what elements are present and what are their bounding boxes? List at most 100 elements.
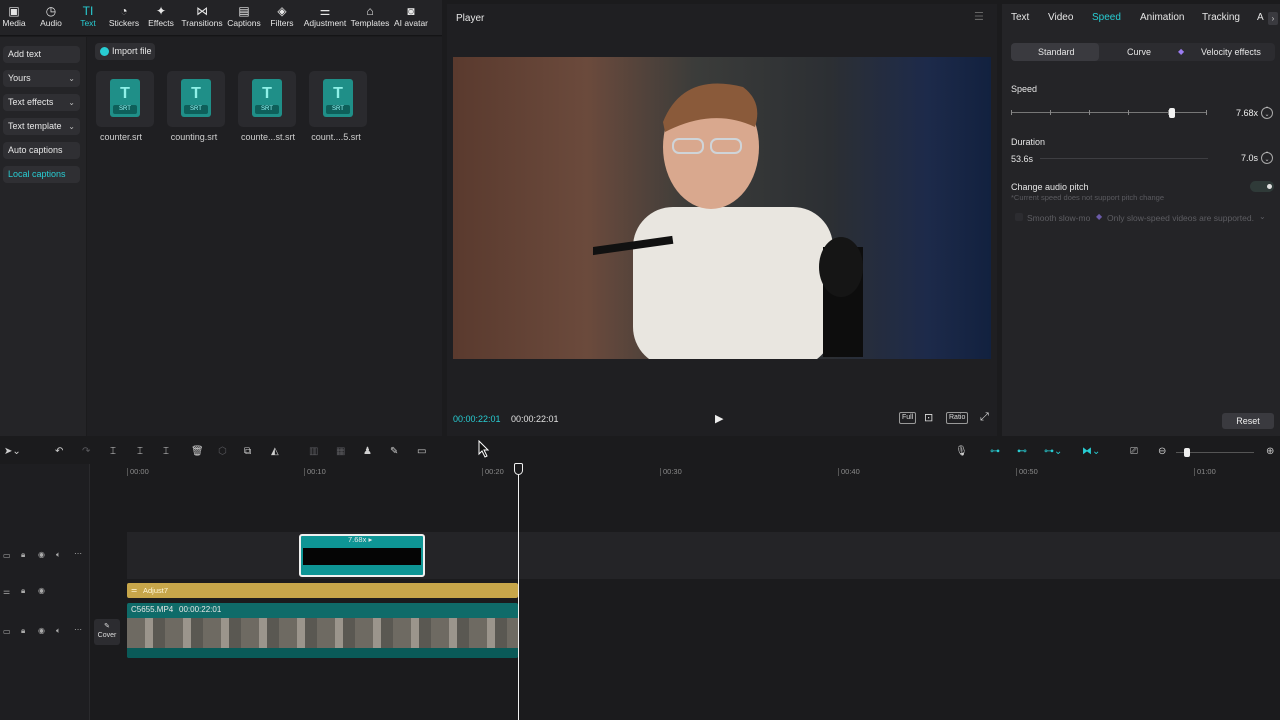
speed-value-field[interactable]: 7.68x ⌃ ⌄	[1222, 106, 1274, 120]
nav-auto-captions[interactable]: Auto captions	[3, 142, 80, 159]
tab-video[interactable]: Video	[1048, 12, 1073, 23]
tab-tracking[interactable]: Tracking	[1202, 12, 1240, 23]
track-link-icon[interactable]: ⧓⌄	[1082, 446, 1100, 457]
toolbar-audio[interactable]: ◷ Audio	[37, 4, 65, 34]
fullscreen-icon[interactable]: ⤢	[980, 411, 989, 424]
toolbar-effects[interactable]: ✦ Effects	[147, 4, 175, 34]
mode-standard[interactable]: Standard	[1038, 47, 1075, 57]
tab-animation[interactable]: Animation	[1140, 12, 1184, 23]
more-icon[interactable]: ⋯	[74, 625, 82, 634]
toolbar-ai-avatar[interactable]: ◙ AI avatar	[393, 4, 429, 34]
track-header-column	[0, 464, 90, 720]
slowmo-label: Smooth slow-mo	[1027, 213, 1091, 223]
lock-icon[interactable]: 🔒︎	[21, 586, 25, 596]
file-card[interactable]: T SRT	[96, 71, 154, 127]
clip-duration: 00:00:22:01	[179, 605, 222, 614]
nav-text-effects[interactable]: Text effects ⌄	[3, 94, 80, 111]
nav-text-template[interactable]: Text template ⌄	[3, 118, 80, 135]
chevron-down-icon: ⌄	[68, 98, 75, 107]
eye-icon[interactable]: ◉	[38, 550, 45, 559]
ruler-label: 01:00	[1197, 467, 1216, 476]
more-icon[interactable]: ⋯	[74, 549, 82, 558]
chevron-down-icon[interactable]: ⌄	[1259, 212, 1266, 221]
preview-axis-icon[interactable]: ⎚	[1130, 446, 1138, 457]
pencil-icon: ✎	[104, 623, 110, 630]
video-preview[interactable]	[453, 57, 991, 359]
lock-icon[interactable]: 🔒︎	[21, 626, 25, 636]
tab-more[interactable]: A	[1257, 12, 1264, 23]
shield-icon[interactable]: ⬡	[218, 446, 227, 457]
toolbar-adjustment[interactable]: ⚌ Adjustment	[302, 4, 348, 34]
undo-icon[interactable]: ↶	[55, 446, 63, 457]
adjustment-icon: ⚌	[131, 587, 138, 594]
mode-velocity-effects[interactable]: Velocity effects	[1201, 47, 1261, 57]
playhead-handle[interactable]	[514, 463, 523, 475]
split-left-icon[interactable]: ⌶	[137, 446, 143, 457]
playhead[interactable]	[518, 470, 519, 720]
zoom-in-icon[interactable]: ⊕	[1266, 446, 1274, 457]
reverse-icon[interactable]: ▦	[336, 446, 345, 457]
toolbar-media[interactable]: ▣ Media	[2, 4, 26, 34]
mode-curve[interactable]: Curve	[1127, 47, 1151, 57]
eye-icon[interactable]: ◉	[38, 626, 45, 635]
clip-frames	[127, 618, 518, 648]
reset-button[interactable]: Reset	[1222, 413, 1274, 429]
cover-button[interactable]: ✎ Cover	[94, 619, 120, 645]
speed-slider-knob[interactable]	[1168, 108, 1175, 118]
tab-text[interactable]: Text	[1011, 12, 1029, 23]
magic-icon[interactable]: ✎	[390, 446, 398, 457]
track-icon: ▭	[3, 551, 11, 560]
freeze-icon[interactable]: ▥	[309, 446, 318, 457]
person-icon[interactable]: ♟	[363, 446, 372, 457]
nav-local-captions[interactable]: Local captions	[3, 166, 80, 183]
pitch-toggle[interactable]	[1250, 181, 1274, 192]
slowmo-checkbox[interactable]	[1015, 213, 1023, 221]
chevron-right-icon[interactable]: ›	[1268, 12, 1278, 25]
subtitle-icon[interactable]: ▭	[417, 446, 426, 457]
zoom-slider-knob[interactable]	[1184, 448, 1190, 457]
file-name: count....5.srt	[311, 132, 361, 142]
adjust-track-icon: ⚌	[3, 587, 11, 596]
import-file-button[interactable]: Import file	[95, 43, 155, 60]
delete-icon[interactable]: 🗑	[191, 446, 204, 457]
microphone-icon[interactable]: 🎙	[955, 446, 968, 457]
select-tool-icon[interactable]: ➤⌄	[4, 446, 21, 457]
eye-icon[interactable]: ◉	[38, 586, 45, 595]
duration-value-field[interactable]: 7.0s ⌃ ⌄	[1222, 151, 1274, 165]
lock-icon[interactable]: 🔒︎	[21, 550, 25, 560]
file-card[interactable]: T SRT	[309, 71, 367, 127]
link-icon[interactable]: ⊶	[990, 446, 1000, 457]
mouse-cursor-icon	[478, 440, 490, 458]
redo-icon[interactable]: ↷	[82, 446, 90, 457]
full-button[interactable]: Full	[899, 412, 917, 424]
toolbar-captions[interactable]: ▤ Captions	[227, 4, 261, 34]
nav-yours[interactable]: Yours ⌄	[3, 70, 80, 87]
toolbar-stickers[interactable]: ◔ Stickers	[108, 4, 140, 34]
crop-icon[interactable]: ⧉	[244, 446, 251, 457]
speed-icon[interactable]: ◭	[271, 446, 279, 457]
toolbar-filters[interactable]: ◈ Filters	[268, 4, 296, 34]
captions-icon: ▤	[238, 4, 250, 18]
adjustment-clip[interactable]	[127, 583, 518, 598]
toolbar-text[interactable]: TI Text	[77, 4, 99, 34]
menu-icon[interactable]: ☰	[974, 10, 984, 23]
volume-icon[interactable]: 🔈︎	[56, 626, 61, 636]
magnet-icon[interactable]: ⊷	[1017, 446, 1027, 457]
file-card[interactable]: T SRT	[238, 71, 296, 127]
split-icon[interactable]: ⌶	[110, 446, 116, 457]
play-icon[interactable]: ▶	[715, 412, 723, 425]
zoom-out-icon[interactable]: ⊖	[1158, 446, 1166, 457]
stepper-icon[interactable]: ⌃ ⌄	[1261, 152, 1273, 164]
snap-icon[interactable]: ⊶⌄	[1044, 446, 1062, 457]
toolbar-transitions[interactable]: ⋈ Transitions	[181, 4, 222, 34]
toolbar-templates[interactable]: ⌂ Templates	[350, 4, 390, 34]
chevron-down-icon: ⌄	[68, 74, 75, 83]
split-right-icon[interactable]: ⌶	[163, 446, 169, 457]
volume-icon[interactable]: 🔈︎	[56, 550, 61, 560]
stepper-icon[interactable]: ⌃ ⌄	[1261, 107, 1273, 119]
tab-speed[interactable]: Speed	[1092, 12, 1121, 23]
nav-add-text[interactable]: Add text	[3, 46, 80, 63]
ratio-button[interactable]: Ratio	[946, 412, 969, 424]
fit-icon[interactable]: ⊡	[924, 411, 933, 424]
file-card[interactable]: T SRT	[167, 71, 225, 127]
